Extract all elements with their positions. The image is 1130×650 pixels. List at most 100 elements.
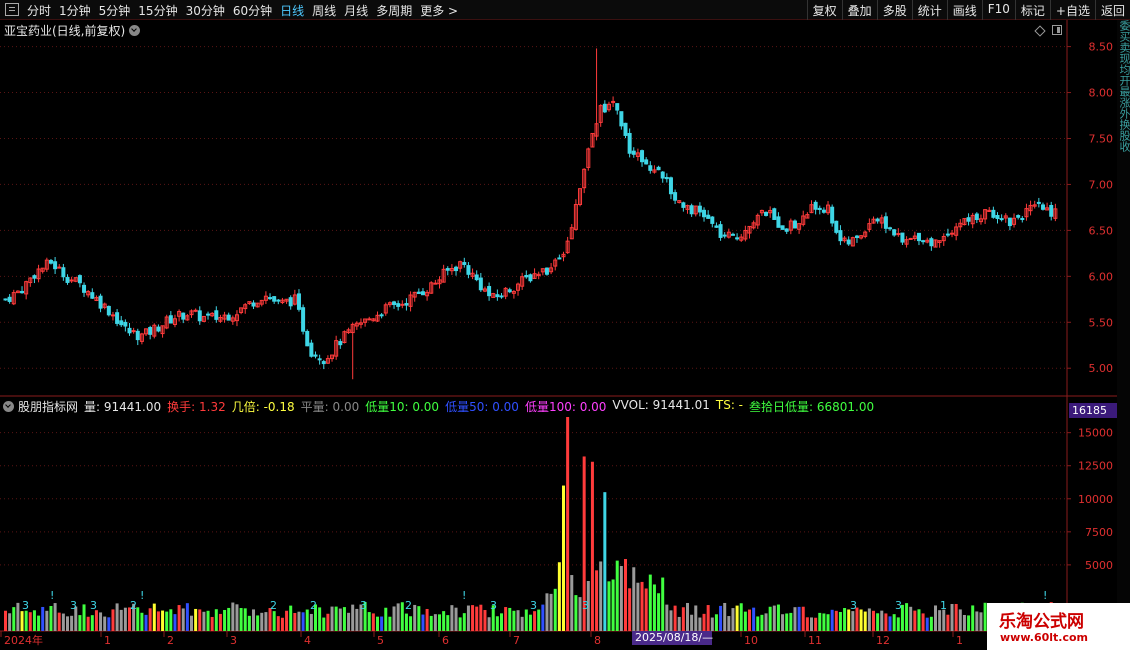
volume-bar	[161, 610, 165, 631]
menu-icon[interactable]	[5, 3, 19, 16]
volume-bar	[624, 559, 627, 631]
candle-body	[673, 192, 678, 201]
candle-body	[999, 218, 1004, 221]
date-tick-label: 10	[744, 634, 758, 647]
toolbar-button[interactable]: 返回	[1094, 0, 1130, 20]
period-tab[interactable]: 多周期	[376, 2, 412, 19]
volume-bar	[714, 614, 718, 631]
period-tab[interactable]: 30分钟	[186, 2, 225, 19]
toolbar-button[interactable]: 标记	[1014, 0, 1050, 20]
candle-body	[309, 342, 314, 357]
candle-body	[784, 228, 789, 232]
toolbar-button[interactable]: +自选	[1049, 0, 1095, 20]
candle-body	[656, 166, 661, 171]
volume-bar	[264, 612, 268, 631]
volume-bar	[173, 614, 177, 631]
period-tab[interactable]: 日线	[280, 2, 304, 19]
period-tab[interactable]: 更多 >	[420, 2, 458, 19]
volume-bar	[644, 588, 648, 631]
volume-bar	[925, 617, 929, 631]
volume-bar	[338, 608, 342, 631]
candle-body	[32, 275, 37, 279]
volume-bar	[752, 607, 756, 631]
right-strip-char: 收	[1118, 141, 1130, 152]
volume-bar	[169, 609, 173, 631]
period-tab[interactable]: 1分钟	[59, 2, 91, 19]
volume-bar	[438, 614, 441, 631]
candle-body	[65, 277, 70, 283]
candle-body	[528, 274, 533, 282]
volume-bar	[41, 606, 45, 631]
candle-body	[714, 225, 719, 228]
volume-bar	[425, 608, 429, 631]
volume-marker: 3	[850, 599, 857, 612]
period-tab[interactable]: 60分钟	[233, 2, 272, 19]
volume-bar	[123, 607, 127, 631]
volume-bar	[690, 614, 694, 631]
volume-bar	[8, 613, 12, 631]
indicator-values: 量: 91441.00 换手: 1.32 几倍: -0.18 平量: 0.00 低量10…	[84, 398, 880, 415]
volume-bar	[429, 615, 433, 631]
volume-marker: 3	[895, 599, 902, 612]
volume-bar	[380, 616, 384, 631]
volume-bar	[508, 607, 512, 631]
candle-body	[664, 177, 669, 180]
candle-body	[57, 266, 62, 269]
volume-bar	[297, 611, 301, 631]
toolbar-button[interactable]: F10	[981, 0, 1015, 20]
candle-body	[98, 295, 103, 309]
candle-body	[507, 289, 512, 293]
volume-bar	[516, 610, 520, 631]
indicator-value: 低量100: 0.00	[524, 399, 607, 414]
chart-area[interactable]: 8.508.007.507.006.506.005.505.0015000125…	[0, 20, 1117, 650]
toolbar-button[interactable]: 统计	[911, 0, 947, 20]
candle-body	[813, 201, 818, 210]
candle-body	[706, 214, 711, 219]
candle-body	[404, 303, 409, 306]
volume-marker: 3	[360, 599, 367, 612]
period-tab[interactable]: 15分钟	[138, 2, 177, 19]
toolbar-button[interactable]: 多股	[876, 0, 912, 20]
indicator-value: 几倍: -0.18	[231, 399, 295, 414]
volume-bar	[706, 605, 710, 631]
volume-bar	[148, 608, 152, 631]
volume-bar	[475, 606, 479, 631]
volume-bar	[53, 603, 57, 631]
chevron-down-icon[interactable]	[3, 400, 14, 412]
candle-body	[61, 267, 66, 278]
period-tab[interactable]: 周线	[312, 2, 336, 19]
candle-body	[416, 291, 421, 294]
volume-bar	[70, 615, 74, 631]
volume-bar	[648, 574, 652, 631]
volume-marker: !	[602, 589, 606, 602]
period-tab[interactable]: 5分钟	[99, 2, 131, 19]
price-tick-label: 8.00	[1089, 87, 1114, 100]
candle-body	[888, 227, 893, 230]
volume-bar	[694, 605, 698, 631]
toolbar-button[interactable]: 叠加	[841, 0, 877, 20]
volume-bar	[743, 611, 747, 631]
volume-bar	[243, 608, 247, 631]
volume-bar	[607, 581, 611, 631]
volume-bar	[433, 614, 437, 631]
toolbar-button[interactable]: 画线	[946, 0, 982, 20]
volume-bar	[814, 617, 818, 631]
volume-bar	[797, 606, 801, 631]
volume-bar	[471, 605, 475, 631]
candle-body	[454, 266, 459, 272]
period-tab[interactable]: 月线	[344, 2, 368, 19]
candle-body	[131, 330, 136, 333]
period-tab[interactable]: 分时	[27, 2, 51, 19]
volume-bar	[880, 610, 884, 631]
indicator-value: 低量50: 0.00	[445, 399, 519, 414]
volume-bar	[239, 608, 243, 631]
candle-body	[557, 257, 562, 260]
volume-bar	[396, 603, 400, 631]
volume-bar	[913, 610, 917, 631]
volume-bar	[371, 613, 375, 631]
volume-bar	[272, 611, 276, 631]
candle-body	[445, 268, 450, 271]
volume-bar	[177, 605, 181, 631]
volume-bar	[227, 607, 231, 631]
toolbar-button[interactable]: 复权	[806, 0, 842, 20]
